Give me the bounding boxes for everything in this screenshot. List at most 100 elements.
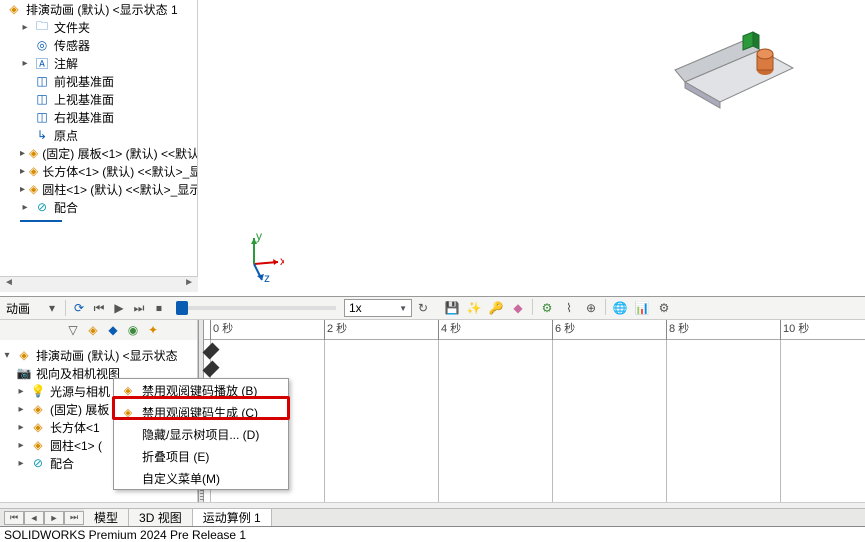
time-tick: 10 秒 — [780, 320, 809, 340]
tab-first-button[interactable]: ⏮ — [4, 511, 24, 525]
filter-selected-button[interactable]: ✦ — [144, 321, 162, 339]
playback-speed-combo[interactable]: 1x▼ — [344, 299, 412, 317]
menu-disable-playback[interactable]: ◈ 禁用观阅键码播放 (B) — [114, 379, 288, 401]
separator — [605, 299, 606, 315]
tree-item[interactable]: ▸◈长方体<1> (默认) <<默认>_显示 — [6, 162, 197, 180]
motor-button[interactable]: ⚙ — [537, 299, 557, 317]
expand-icon[interactable]: ▸ — [16, 458, 26, 469]
timeline-track-area[interactable] — [204, 340, 865, 504]
loop-button[interactable]: ↻ — [414, 299, 432, 317]
expand-icon[interactable]: ▸ — [20, 166, 25, 177]
spring-button[interactable]: ⌇ — [559, 299, 579, 317]
tree-scrollbar[interactable]: ◄► — [0, 276, 198, 292]
assembly-icon: ◈ — [6, 1, 22, 17]
tree-item[interactable]: ▸⊘配合 — [6, 198, 197, 216]
contact-button[interactable]: ⊕ — [581, 299, 601, 317]
filter-keys-button[interactable]: ◆ — [104, 321, 122, 339]
tree-item[interactable]: ▸🄰注解 — [6, 54, 197, 72]
expand-icon[interactable]: ▸ — [16, 422, 26, 433]
add-key-button[interactable]: ◆ — [508, 299, 528, 317]
time-tick: 6 秒 — [552, 320, 575, 340]
menu-label: 禁用观阅键码播放 (B) — [142, 382, 257, 399]
time-tick: 4 秒 — [438, 320, 461, 340]
menu-label: 自定义菜单(M) — [142, 470, 220, 487]
expand-icon[interactable]: ▸ — [16, 386, 26, 397]
view-triad: x y z — [234, 232, 284, 282]
keyframe[interactable] — [203, 361, 220, 378]
plane-icon: ◫ — [34, 91, 50, 107]
tab-label: 模型 — [94, 509, 118, 526]
filter-parts-button[interactable]: ◈ — [84, 321, 102, 339]
menu-hide-show-tree[interactable]: 隐藏/显示树项目... (D) — [114, 423, 288, 445]
expand-icon[interactable]: ▸ — [20, 184, 25, 195]
dropdown-icon: ▼ — [399, 304, 407, 313]
tree-item[interactable]: ◎传感器 — [6, 36, 197, 54]
animation-wizard-button[interactable]: ✨ — [464, 299, 484, 317]
expand-icon[interactable]: ▸ — [20, 202, 30, 213]
tab-next-button[interactable]: ► — [44, 511, 64, 525]
tab-model[interactable]: 模型 — [84, 509, 129, 527]
expand-icon[interactable]: ▸ — [20, 148, 25, 159]
context-menu: ◈ 禁用观阅键码播放 (B) ◈禁用观阅键码生成 (C) 隐藏/显示树项目... … — [113, 378, 289, 490]
tree-label: 排演动画 (默认) <显示状态 — [36, 347, 178, 364]
tree-label: 传感器 — [54, 37, 90, 54]
play-end-button[interactable]: ⏭ — [130, 299, 148, 317]
menu-disable-generation[interactable]: ◈禁用观阅键码生成 (C) — [114, 401, 288, 423]
feature-manager-tree[interactable]: ◈ 排演动画 (默认) <显示状态 1 ▸🗀文件夹 ◎传感器 ▸🄰注解 ◫前视基… — [0, 0, 198, 290]
tree-item[interactable]: ◫前视基准面 — [6, 72, 197, 90]
play-button[interactable]: ▶ — [110, 299, 128, 317]
tree-root-label: 排演动画 (默认) <显示状态 1 — [26, 1, 178, 18]
expand-icon[interactable]: ▸ — [16, 440, 26, 451]
filter-button[interactable]: ▽ — [64, 321, 82, 339]
tree-item[interactable]: ▸◈(固定) 展板<1> (默认) <<默认>_ — [6, 144, 197, 162]
key-gen-icon: ◈ — [120, 404, 136, 420]
expand-icon[interactable]: ▸ — [20, 58, 30, 69]
graphics-viewport[interactable]: x y z — [198, 0, 865, 296]
tab-prev-button[interactable]: ◄ — [24, 511, 44, 525]
menu-customize[interactable]: 自定义菜单(M) — [114, 467, 288, 489]
stop-button[interactable]: ⏹ — [150, 299, 168, 317]
tree-label: 视向及相机视图 — [36, 365, 120, 382]
folder-icon: 🗀 — [34, 19, 50, 35]
keyframe[interactable] — [203, 343, 220, 360]
settings-button[interactable]: ⚙ — [654, 299, 674, 317]
part-icon: ◈ — [29, 181, 38, 197]
menu-collapse-items[interactable]: 折叠项目 (E) — [114, 445, 288, 467]
scroll-right-icon[interactable]: ► — [184, 277, 194, 292]
timeline-ruler[interactable]: 0 秒 2 秒 4 秒 6 秒 8 秒 10 秒 — [204, 320, 865, 340]
expand-icon[interactable]: ▸ — [16, 404, 26, 415]
gravity-button[interactable]: 🌐 — [610, 299, 630, 317]
tree-item[interactable]: ◫上视基准面 — [6, 90, 197, 108]
save-animation-button[interactable]: 💾 — [442, 299, 462, 317]
filter-driven-button[interactable]: ◉ — [124, 321, 142, 339]
scroll-left-icon[interactable]: ◄ — [4, 277, 14, 292]
play-start-button[interactable]: ⏮ — [90, 299, 108, 317]
camera-icon: 📷 — [16, 365, 32, 381]
tree-label: 圆柱<1> ( — [50, 437, 102, 454]
motion-tree-root[interactable]: ▾◈排演动画 (默认) <显示状态 — [2, 346, 197, 364]
time-slider[interactable] — [176, 306, 336, 310]
gridline — [780, 340, 781, 504]
tree-root[interactable]: ◈ 排演动画 (默认) <显示状态 1 — [6, 0, 197, 18]
tree-item[interactable]: ▸◈圆柱<1> (默认) <<默认>_显示状 — [6, 180, 197, 198]
tab-last-button[interactable]: ⏭ — [64, 511, 84, 525]
time-tick: 8 秒 — [666, 320, 689, 340]
expand-icon[interactable]: ▸ — [20, 22, 30, 33]
calculate-button[interactable]: ⟳ — [70, 299, 88, 317]
status-text: SOLIDWORKS Premium 2024 Pre Release 1 — [4, 528, 246, 542]
tree-end-marker — [20, 220, 62, 222]
animation-type-label[interactable]: 动画 — [2, 300, 47, 317]
key-play-icon: ◈ — [120, 382, 136, 398]
tab-3dview[interactable]: 3D 视图 — [129, 509, 193, 527]
tree-item[interactable]: ↳原点 — [6, 126, 197, 144]
dropdown-icon[interactable]: ▾ — [49, 301, 61, 315]
results-button[interactable]: 📊 — [632, 299, 652, 317]
tree-item[interactable]: ▸🗀文件夹 — [6, 18, 197, 36]
slider-thumb[interactable] — [176, 301, 188, 315]
tree-item[interactable]: ◫右视基准面 — [6, 108, 197, 126]
collapse-icon[interactable]: ▾ — [2, 350, 12, 361]
tab-motion-study[interactable]: 运动算例 1 — [193, 509, 272, 527]
status-bar: SOLIDWORKS Premium 2024 Pre Release 1 — [0, 526, 865, 542]
separator — [65, 300, 66, 316]
autokey-button[interactable]: 🔑 — [486, 299, 506, 317]
